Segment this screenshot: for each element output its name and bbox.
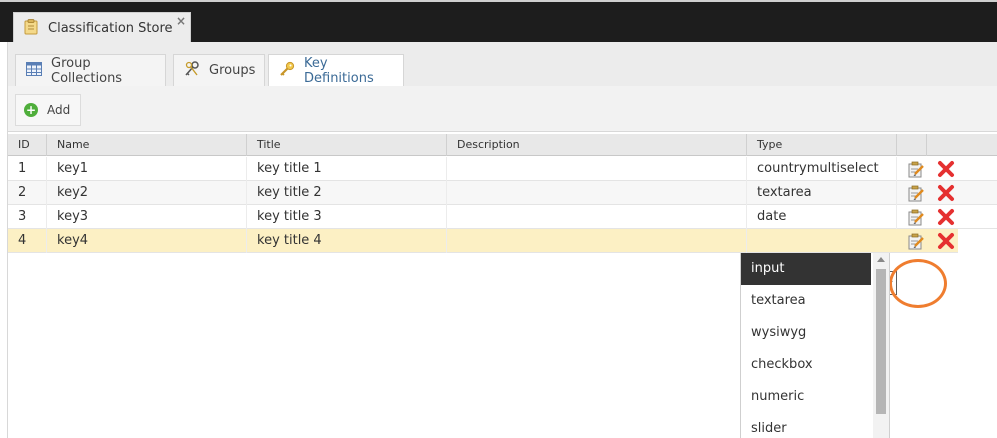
keys-icon — [184, 60, 200, 81]
delete-icon[interactable] — [937, 208, 955, 226]
dropdown-option-textarea[interactable]: textarea — [741, 285, 871, 317]
add-button-label: Add — [47, 103, 71, 117]
cell-type[interactable]: textarea — [747, 181, 897, 205]
cell-name[interactable]: key3 — [47, 205, 247, 229]
cell-id: 4 — [8, 229, 47, 253]
cell-description[interactable] — [447, 229, 747, 253]
tab-title: Classification Store — [48, 21, 173, 36]
cell-description[interactable] — [447, 205, 747, 229]
cell-title[interactable]: key title 1 — [247, 157, 447, 181]
column-header-title[interactable]: Title — [247, 134, 447, 156]
tab-classification-store[interactable]: Classification Store × — [13, 12, 191, 44]
cell-name[interactable]: key1 — [47, 157, 247, 181]
edit-properties-icon[interactable] — [907, 160, 925, 178]
dropdown-option-checkbox[interactable]: checkbox — [741, 349, 871, 381]
classification-store-panel: Group Collections Groups Key Definitions… — [0, 42, 997, 438]
tab-groups[interactable]: Groups — [173, 54, 265, 86]
add-icon: + — [24, 103, 38, 117]
grid-toolbar: + Add — [7, 86, 997, 132]
cell-name[interactable]: key4 — [47, 229, 247, 253]
dropdown-option-input[interactable]: input — [741, 253, 871, 285]
dropdown-scrollbar[interactable] — [873, 253, 889, 438]
cell-description[interactable] — [447, 181, 747, 205]
column-header-type[interactable]: Type — [747, 134, 897, 156]
tab-group-collections[interactable]: Group Collections — [15, 54, 166, 86]
edit-properties-icon[interactable] — [907, 208, 925, 226]
cell-type[interactable]: date — [747, 205, 897, 229]
tab-groups-label: Groups — [209, 63, 256, 78]
cell-title[interactable]: key title 3 — [247, 205, 447, 229]
dropdown-option-wysiwyg[interactable]: wysiwyg — [741, 317, 871, 349]
delete-icon[interactable] — [937, 160, 955, 178]
table-row-selected[interactable]: 4 key4 key title 4 — [8, 229, 958, 253]
table-row[interactable]: 2 key2 key title 2 textarea — [8, 181, 997, 205]
tab-key-definitions[interactable]: Key Definitions — [268, 54, 404, 86]
table-row[interactable]: 1 key1 key title 1 countrymultiselect — [8, 157, 997, 181]
close-tab-icon[interactable]: × — [176, 14, 186, 28]
delete-icon[interactable] — [937, 184, 955, 202]
dropdown-option-numeric[interactable]: numeric — [741, 381, 871, 413]
cell-title[interactable]: key title 2 — [247, 181, 447, 205]
table-row[interactable]: 3 key3 key title 3 date — [8, 205, 997, 229]
column-header-description[interactable]: Description — [447, 134, 747, 156]
cell-description[interactable] — [447, 157, 747, 181]
clipboard-icon — [24, 18, 38, 39]
cell-id: 2 — [8, 181, 47, 205]
dropdown-option-slider[interactable]: slider — [741, 413, 871, 438]
cell-id: 3 — [8, 205, 47, 229]
cell-title[interactable]: key title 4 — [247, 229, 447, 253]
key-icon — [279, 61, 295, 81]
table-grid-icon — [26, 61, 42, 80]
scroll-up-icon[interactable] — [877, 257, 885, 262]
column-header-id[interactable]: ID — [8, 134, 47, 156]
edit-properties-icon[interactable] — [907, 232, 925, 250]
tab-key-definitions-label: Key Definitions — [304, 55, 374, 86]
edit-properties-icon[interactable] — [907, 184, 925, 202]
top-bar: Classification Store × — [0, 0, 997, 44]
tab-group-collections-label: Group Collections — [51, 55, 123, 86]
sub-tab-strip: Group Collections Groups Key Definitions — [7, 42, 997, 86]
add-button[interactable]: + Add — [15, 94, 81, 126]
column-header-name[interactable]: Name — [47, 134, 247, 156]
column-header-edit — [897, 134, 927, 156]
cell-type[interactable]: countrymultiselect — [747, 157, 897, 181]
scrollbar-thumb[interactable] — [876, 269, 886, 414]
grid-header: ID Name Title Description Type — [8, 134, 997, 156]
type-dropdown-list: input textarea wysiwyg checkbox numeric … — [740, 253, 890, 438]
cell-name[interactable]: key2 — [47, 181, 247, 205]
delete-icon[interactable] — [937, 232, 955, 250]
cell-id: 1 — [8, 157, 47, 181]
